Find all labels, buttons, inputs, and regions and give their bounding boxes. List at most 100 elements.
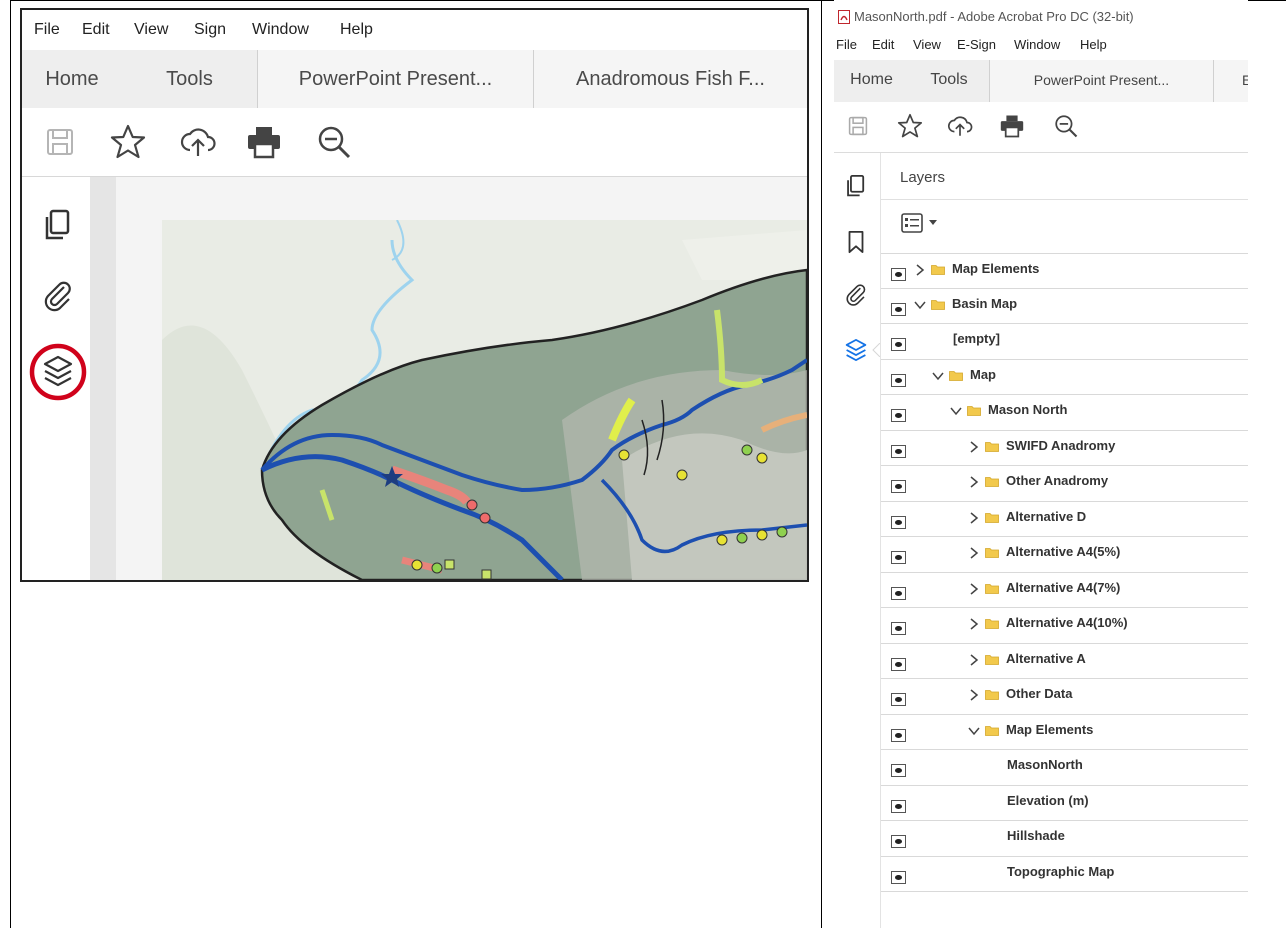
chevron-down-icon[interactable] xyxy=(950,405,962,417)
folder-icon xyxy=(931,265,945,275)
tab-bar: Home Tools PowerPoint Present... Anadrom… xyxy=(22,50,807,109)
layer-row[interactable]: Alternative A4(7%) xyxy=(881,573,1248,608)
save-icon[interactable] xyxy=(844,112,872,140)
layer-row[interactable]: Other Anadromy xyxy=(881,466,1248,502)
folder-icon xyxy=(985,654,999,665)
chevron-right-icon[interactable] xyxy=(968,689,980,701)
layer-row[interactable]: Alternative D xyxy=(881,502,1248,537)
layer-row[interactable]: Map Elements xyxy=(881,715,1248,750)
layers-icon[interactable] xyxy=(28,342,88,402)
menu-help[interactable]: Help xyxy=(1080,37,1107,52)
menu-file[interactable]: File xyxy=(836,37,857,52)
print-icon[interactable] xyxy=(998,112,1026,140)
quick-toolbar xyxy=(22,108,807,177)
chevron-down-icon[interactable] xyxy=(968,725,980,737)
menu-window[interactable]: Window xyxy=(1014,37,1060,52)
tab-home[interactable]: Home xyxy=(834,60,909,102)
menu-sign[interactable]: Sign xyxy=(194,21,226,39)
eye-visibility-icon[interactable] xyxy=(891,693,906,706)
layer-name: Alternative A xyxy=(1006,650,1086,666)
eye-visibility-icon[interactable] xyxy=(891,409,906,422)
chevron-right-icon[interactable] xyxy=(968,618,980,630)
layer-row[interactable]: Mason North xyxy=(881,395,1248,431)
layer-row[interactable]: Map Elements xyxy=(881,253,1248,289)
chevron-right-icon[interactable] xyxy=(968,547,980,559)
menu-window[interactable]: Window xyxy=(252,21,309,39)
folder-icon xyxy=(985,690,999,700)
layer-row[interactable]: Alternative A4(5%) xyxy=(881,537,1248,573)
star-icon[interactable] xyxy=(896,112,924,140)
layer-row[interactable]: [empty] xyxy=(881,324,1248,360)
menu-edit[interactable]: Edit xyxy=(82,21,110,39)
eye-visibility-icon[interactable] xyxy=(891,870,906,884)
tab-home[interactable]: Home xyxy=(22,50,122,108)
attachment-icon[interactable] xyxy=(40,277,76,313)
eye-visibility-icon[interactable] xyxy=(891,373,906,387)
attachment-icon[interactable] xyxy=(843,281,869,307)
menu-help[interactable]: Help xyxy=(340,21,373,39)
eye-visibility-icon[interactable] xyxy=(891,302,906,316)
eye-visibility-icon[interactable] xyxy=(891,338,906,351)
tab-tools[interactable]: Tools xyxy=(122,50,257,108)
layer-row[interactable]: MasonNorth xyxy=(881,750,1248,786)
layer-row[interactable]: Basin Map xyxy=(881,289,1248,324)
eye-visibility-icon[interactable] xyxy=(891,586,906,600)
layer-name: Map Elements xyxy=(1006,721,1094,737)
bookmark-icon[interactable] xyxy=(843,229,869,255)
layer-row[interactable]: SWIFD Anadromy xyxy=(881,431,1248,466)
eye-visibility-icon[interactable] xyxy=(891,835,906,848)
layer-row[interactable]: Topographic Map xyxy=(881,857,1248,892)
layer-row[interactable]: Elevation (m) xyxy=(881,786,1248,821)
tab-anadromous-fish[interactable]: Anadromous Fish F... xyxy=(533,50,807,108)
layers-icon[interactable] xyxy=(843,337,869,363)
eye-visibility-icon[interactable] xyxy=(891,728,906,742)
chevron-right-icon[interactable] xyxy=(914,264,926,276)
folder-icon xyxy=(949,370,963,381)
layer-options-button[interactable] xyxy=(901,213,945,239)
tab-tools[interactable]: Tools xyxy=(909,60,989,102)
chevron-down-icon[interactable] xyxy=(914,299,926,311)
layer-row[interactable]: Other Data xyxy=(881,679,1248,715)
tab-powerpoint-present[interactable]: PowerPoint Present... xyxy=(989,60,1213,102)
pdf-file-icon xyxy=(838,10,850,24)
pages-icon[interactable] xyxy=(843,173,869,199)
upload-icon[interactable] xyxy=(946,112,974,140)
tab-powerpoint-present[interactable]: PowerPoint Present... xyxy=(257,50,533,108)
print-icon[interactable] xyxy=(244,122,284,162)
zoom-out-icon[interactable] xyxy=(314,122,354,162)
chevron-right-icon[interactable] xyxy=(968,476,980,488)
eye-visibility-icon[interactable] xyxy=(891,764,906,777)
menu-file[interactable]: File xyxy=(34,21,60,39)
eye-visibility-icon[interactable] xyxy=(891,622,906,635)
star-icon[interactable] xyxy=(108,122,148,162)
eye-visibility-icon[interactable] xyxy=(891,551,906,564)
layer-name: Alternative D xyxy=(1006,508,1087,524)
layer-row[interactable]: Alternative A4(10%) xyxy=(881,608,1248,644)
chevron-right-icon[interactable] xyxy=(968,653,980,666)
chevron-right-icon[interactable] xyxy=(968,440,980,453)
eye-visibility-icon[interactable] xyxy=(891,515,906,529)
menu-esign[interactable]: E-Sign xyxy=(957,37,996,52)
chevron-down-icon[interactable] xyxy=(932,370,944,382)
menu-edit[interactable]: Edit xyxy=(872,37,894,52)
pages-icon[interactable] xyxy=(40,207,76,243)
upload-icon[interactable] xyxy=(178,122,218,162)
eye-visibility-icon[interactable] xyxy=(891,480,906,493)
eye-visibility-icon[interactable] xyxy=(891,268,906,281)
layer-name: Alternative A4(7%) xyxy=(1006,579,1121,595)
eye-visibility-icon[interactable] xyxy=(891,799,906,813)
tab-next-document[interactable]: E xyxy=(1213,60,1248,102)
chevron-right-icon[interactable] xyxy=(968,511,980,524)
basin-map[interactable] xyxy=(162,220,807,580)
zoom-out-icon[interactable] xyxy=(1052,112,1080,140)
eye-visibility-icon[interactable] xyxy=(891,444,906,458)
menu-view[interactable]: View xyxy=(913,37,941,52)
eye-visibility-icon[interactable] xyxy=(891,657,906,671)
layer-row[interactable]: Map xyxy=(881,360,1248,395)
save-icon[interactable] xyxy=(40,122,80,162)
page-border-left xyxy=(10,0,11,928)
layer-row[interactable]: Hillshade xyxy=(881,821,1248,857)
menu-view[interactable]: View xyxy=(134,21,168,39)
layer-row[interactable]: Alternative A xyxy=(881,644,1248,679)
chevron-right-icon[interactable] xyxy=(968,582,980,595)
